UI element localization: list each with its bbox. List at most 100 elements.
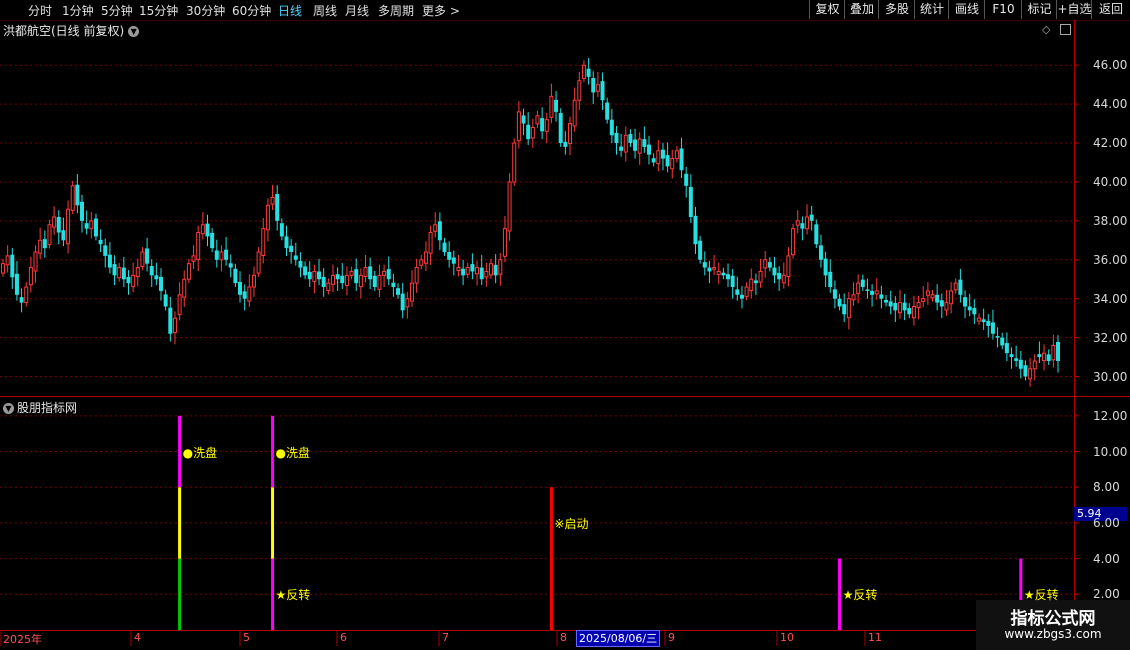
candle-body: [549, 95, 554, 118]
candle-body: [568, 123, 573, 144]
tool-button-8[interactable]: 返回: [1091, 0, 1130, 19]
time-axis-label: 2025年: [3, 633, 42, 646]
candle-body: [837, 298, 842, 307]
panel-toggle-icon[interactable]: [1060, 24, 1071, 35]
candle-body: [75, 184, 80, 206]
candle-body: [930, 294, 935, 299]
candle-body: [1, 263, 5, 274]
candle-body: [716, 270, 721, 275]
period-tab-6[interactable]: 日线: [278, 2, 302, 19]
candle-body: [865, 289, 870, 291]
period-tab-8[interactable]: 月线: [345, 2, 369, 19]
period-tab-1[interactable]: 1分钟: [62, 2, 94, 19]
candle-body: [475, 267, 480, 275]
candle-body: [103, 245, 108, 256]
signal-bar: [178, 558, 182, 630]
candle-body: [265, 204, 270, 231]
signal-bar: [178, 487, 182, 559]
candle-body: [939, 300, 944, 307]
candle-body: [856, 282, 861, 295]
tool-button-7[interactable]: +自选: [1056, 0, 1092, 19]
time-axis-label: 6: [340, 631, 347, 644]
candle-body: [902, 302, 907, 311]
tool-button-1[interactable]: 叠加: [844, 0, 879, 19]
candle-body: [888, 301, 893, 307]
candle-body: [726, 274, 731, 280]
price-tick-label: 40.00: [1093, 174, 1128, 189]
period-tab-2[interactable]: 5分钟: [101, 2, 133, 19]
candle-body: [879, 294, 884, 299]
period-tab-0[interactable]: 分时: [28, 2, 52, 19]
candle-body: [465, 267, 470, 275]
candle-body: [809, 214, 814, 221]
signal-bar: [178, 415, 182, 488]
candle-body: [521, 115, 526, 124]
candle-body: [275, 194, 280, 221]
candle-body: [28, 267, 33, 286]
candle-body: [205, 223, 210, 237]
period-tab-9[interactable]: 多周期: [378, 2, 414, 19]
indicator-tick-label: 6.00: [1093, 515, 1120, 530]
candle-body: [554, 99, 559, 112]
indicator-tick-label: 4.00: [1093, 551, 1120, 566]
candle-body: [605, 102, 610, 120]
period-tab-4[interactable]: 30分钟: [186, 2, 225, 19]
candle-body: [907, 308, 912, 315]
candle-body: [56, 216, 61, 233]
candle-body: [976, 317, 981, 322]
candle-body: [767, 262, 772, 268]
candle-body: [456, 267, 461, 271]
diamond-icon[interactable]: ◇: [1042, 23, 1050, 36]
candle-body: [595, 84, 600, 92]
chevron-down-icon[interactable]: ▼: [128, 26, 140, 37]
candle-body: [451, 257, 456, 264]
kline-chart[interactable]: [0, 0, 1130, 650]
period-tab-5[interactable]: 60分钟: [232, 2, 271, 19]
period-tab-3[interactable]: 15分钟: [139, 2, 178, 19]
indicator-tick-label: 2.00: [1093, 587, 1120, 602]
tool-button-2[interactable]: 多股: [878, 0, 915, 19]
candle-body: [24, 286, 29, 304]
price-tick-label: 30.00: [1093, 369, 1128, 384]
candle-body: [1056, 341, 1060, 361]
candle-body: [442, 242, 447, 252]
candle-body: [89, 220, 94, 230]
candle-body: [623, 134, 628, 153]
candle-body: [414, 267, 419, 284]
tool-button-3[interactable]: 统计: [914, 0, 949, 19]
period-tab-10[interactable]: 更多 >: [422, 2, 460, 19]
tool-button-0[interactable]: 复权: [809, 0, 845, 19]
time-axis-label: 11: [868, 631, 882, 644]
signal-label-wash: ●洗盘: [275, 445, 311, 460]
candle-body: [758, 270, 763, 283]
candle-body: [935, 294, 940, 303]
period-tab-7[interactable]: 周线: [313, 2, 337, 19]
candle-body: [238, 281, 243, 295]
tool-button-5[interactable]: F10: [984, 0, 1022, 19]
candle-body: [502, 228, 507, 257]
candle-body: [409, 282, 414, 302]
candle-body: [1051, 344, 1056, 361]
candle-body: [558, 113, 563, 144]
tool-button-4[interactable]: 画线: [948, 0, 985, 19]
candle-body: [93, 218, 98, 237]
candle-body: [753, 280, 758, 284]
candle-body: [1009, 354, 1014, 358]
candle-body: [688, 187, 693, 217]
chevron-down-icon[interactable]: ▼: [3, 403, 14, 414]
candle-body: [963, 297, 968, 307]
candle-body: [698, 240, 703, 260]
candle-body: [405, 298, 410, 308]
candle-body: [289, 245, 294, 252]
tool-button-6[interactable]: 标记: [1021, 0, 1057, 19]
candle-body: [419, 259, 424, 266]
candle-body: [52, 216, 57, 228]
candle-body: [990, 322, 995, 334]
candle-body: [637, 138, 642, 154]
candle-body: [224, 249, 229, 260]
candle-body: [107, 254, 112, 268]
candle-body: [354, 269, 359, 284]
candle-body: [916, 302, 921, 309]
candle-body: [84, 223, 89, 229]
candle-body: [251, 274, 256, 288]
